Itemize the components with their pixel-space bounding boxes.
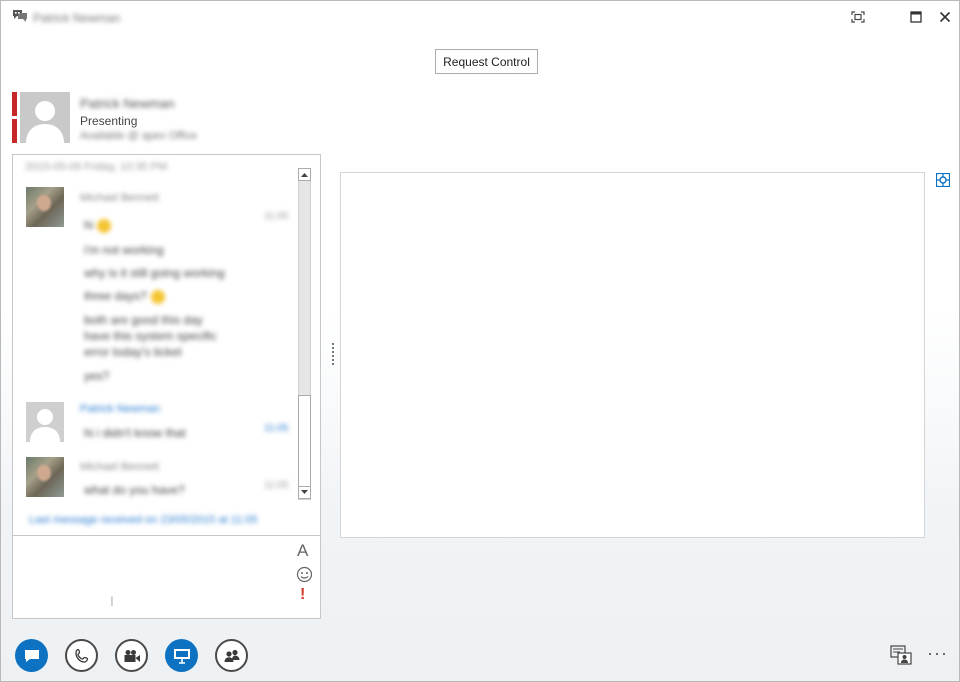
maximize-icon — [910, 11, 922, 23]
message-sender: Patrick Newman — [80, 403, 161, 415]
message-line: hi i didn't know that — [84, 426, 186, 440]
message-sender: Michael Bennett — [80, 192, 159, 204]
conversation-window: Patrick Newman Request Control Patrick N… — [0, 0, 960, 682]
call-button[interactable] — [65, 639, 98, 672]
contact-card-icon[interactable] — [890, 645, 912, 668]
message-line: i'm not working — [84, 243, 164, 257]
maximize-button[interactable] — [908, 9, 924, 25]
font-format-icon[interactable]: A — [297, 541, 308, 561]
scroll-down-button[interactable] — [298, 486, 311, 499]
participants-button[interactable] — [215, 639, 248, 672]
presence-indicator — [12, 92, 17, 116]
window-title: Patrick Newman — [33, 11, 121, 25]
chevron-up-icon — [301, 173, 308, 177]
fullscreen-button[interactable] — [850, 9, 866, 25]
presence-indicator-lower — [12, 119, 17, 143]
message-line: both are good this day — [84, 313, 203, 327]
conversation-date: 2015-05-09 Friday, 10:35 PM — [25, 161, 168, 173]
message-line: what do you have? — [84, 483, 185, 497]
message-input[interactable] — [19, 540, 289, 612]
chevron-down-icon — [301, 490, 308, 494]
conversation-history[interactable]: 2015-05-09 Friday, 10:35 PM Michael Benn… — [12, 154, 321, 536]
sender-avatar — [26, 402, 64, 442]
sender-avatar — [26, 457, 64, 497]
contact-note: Available @ apex Office — [80, 130, 198, 142]
message-time: 11:05 — [264, 211, 289, 222]
present-icon — [173, 648, 190, 664]
video-button[interactable] — [115, 639, 148, 672]
emoticon-icon — [150, 289, 165, 304]
more-options-icon[interactable]: ··· — [927, 644, 948, 662]
last-message-note: Last message received on 23/05/2015 at 1… — [29, 514, 258, 526]
request-control-button[interactable]: Request Control — [435, 49, 538, 74]
participants-icon — [224, 649, 239, 662]
fit-to-window-icon[interactable] — [935, 172, 951, 190]
scroll-up-button[interactable] — [298, 168, 311, 181]
presentation-stage[interactable] — [340, 172, 925, 538]
title-bar: Patrick Newman — [1, 1, 959, 33]
message-line: error today's ticket — [84, 345, 182, 359]
contact-avatar[interactable] — [20, 92, 70, 143]
emoticon-picker-icon[interactable] — [296, 566, 313, 586]
high-importance-icon[interactable]: ! — [300, 586, 305, 604]
sender-avatar — [26, 187, 64, 227]
video-icon — [124, 649, 140, 662]
present-button[interactable] — [165, 639, 198, 672]
message-line: yes? — [84, 369, 110, 383]
message-compose-area: I A ! — [12, 536, 321, 619]
close-button[interactable] — [937, 9, 953, 25]
message-line: three days? — [84, 289, 165, 304]
contact-status: Presenting — [80, 114, 138, 128]
message-line: hi — [84, 218, 112, 233]
message-line: have this system specific — [84, 329, 217, 343]
message-sender: Michael Bennett — [80, 461, 159, 473]
message-time: 11:05 — [264, 480, 289, 491]
scrollbar-thumb[interactable] — [298, 395, 311, 487]
app-icon — [12, 8, 28, 24]
message-line: why is it still going working — [84, 266, 225, 280]
emoticon-icon — [97, 218, 112, 233]
phone-icon — [74, 648, 88, 663]
close-icon — [939, 11, 951, 23]
im-button[interactable] — [15, 639, 48, 672]
text-cursor-icon: I — [110, 593, 114, 609]
pane-splitter-handle[interactable] — [332, 343, 335, 369]
message-time: 11:05 — [264, 423, 289, 434]
contact-name[interactable]: Patrick Newman — [80, 96, 175, 111]
fullscreen-icon — [851, 11, 865, 23]
im-icon — [24, 649, 39, 662]
